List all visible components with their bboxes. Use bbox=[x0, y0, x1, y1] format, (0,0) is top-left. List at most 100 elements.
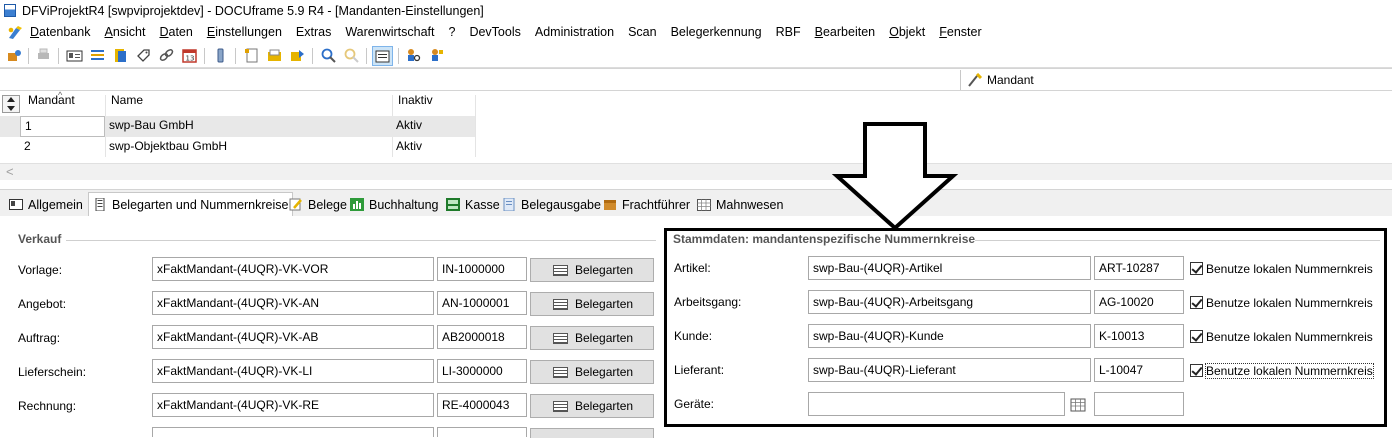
connect-icon[interactable] bbox=[6, 47, 23, 64]
belegart-input[interactable]: xFaktMandant-(4UQR)-VK-VOR bbox=[152, 257, 434, 281]
belegarten-button[interactable]: Belegarten bbox=[530, 326, 654, 350]
table-cell-inaktiv[interactable]: Aktiv bbox=[392, 116, 475, 137]
menu-item[interactable]: Administration bbox=[535, 25, 614, 39]
link-icon[interactable] bbox=[158, 47, 175, 64]
user-search-icon[interactable] bbox=[405, 47, 422, 64]
tab-belege[interactable]: Belege bbox=[285, 194, 351, 217]
list-icon bbox=[553, 367, 568, 378]
highlight-box bbox=[664, 228, 1387, 427]
tab-label: Mahnwesen bbox=[716, 198, 784, 212]
title-bar: DFViProjektR4 [swpviprojektdev] - DOCUfr… bbox=[0, 0, 1392, 22]
tab-allgemein[interactable]: Allgemein bbox=[5, 194, 87, 217]
tab-belegausgabe[interactable]: Belegausgabe bbox=[498, 194, 605, 217]
app-menu-icon[interactable] bbox=[7, 25, 23, 40]
menu-item[interactable]: Einstellungen bbox=[207, 25, 282, 39]
wizard-icon bbox=[968, 73, 983, 87]
down-arrow-annotation bbox=[831, 122, 959, 231]
number-input[interactable]: AN-1000001 bbox=[437, 291, 527, 315]
belegart-input[interactable]: xFaktMandant-(4UQR)-VK-AB bbox=[152, 325, 434, 349]
new-document-icon[interactable] bbox=[243, 47, 260, 64]
menu-item[interactable]: Extras bbox=[296, 25, 331, 39]
button-label: Belegarten bbox=[575, 331, 634, 345]
table-cell-inaktiv[interactable]: Aktiv bbox=[392, 137, 475, 158]
number-input[interactable]: RE-4000043 bbox=[437, 393, 527, 417]
list-icon bbox=[553, 265, 568, 276]
menu-item[interactable]: Warenwirtschaft bbox=[345, 25, 434, 39]
tag-icon[interactable] bbox=[135, 47, 152, 64]
list-icon bbox=[553, 401, 568, 412]
tab-label: Kasse bbox=[465, 198, 500, 212]
section-title-verkauf: Verkauf bbox=[18, 232, 62, 246]
menu-item[interactable]: Fenster bbox=[939, 25, 981, 39]
document-lines-icon bbox=[95, 198, 105, 211]
column-header-mandant[interactable]: Mandant bbox=[28, 93, 75, 115]
package-icon bbox=[604, 200, 616, 210]
sort-toggle-button[interactable] bbox=[2, 95, 20, 113]
belegarten-button[interactable]: Belegarten bbox=[530, 394, 654, 418]
tab-belegarten-nummernkreise[interactable]: Belegarten und Nummernkreise bbox=[88, 192, 294, 218]
menu-item[interactable]: Datenbank bbox=[30, 25, 90, 39]
card-icon bbox=[9, 199, 23, 210]
number-input[interactable]: AB2000018 bbox=[437, 325, 527, 349]
column-header-name[interactable]: Name bbox=[111, 93, 143, 115]
calendar-icon[interactable]: 13 bbox=[181, 47, 198, 64]
tab-label: Belegausgabe bbox=[521, 198, 601, 212]
search-icon[interactable] bbox=[320, 47, 337, 64]
menu-item[interactable]: RBF bbox=[776, 25, 801, 39]
menu-item[interactable]: ? bbox=[449, 25, 456, 39]
belegart-input[interactable] bbox=[152, 427, 434, 437]
window-title: DFViProjektR4 [swpviprojektdev] - DOCUfr… bbox=[22, 4, 484, 18]
address-card-icon[interactable] bbox=[66, 47, 83, 64]
menu-item[interactable]: DevTools bbox=[469, 25, 520, 39]
mandant-label: Mandant bbox=[987, 73, 1034, 87]
table-cell-mandant[interactable]: 1 bbox=[20, 116, 105, 137]
tab-mahnwesen[interactable]: Mahnwesen bbox=[693, 194, 787, 217]
table-cell-name[interactable]: swp-Objektbau GmbH bbox=[105, 137, 392, 158]
tab-frachtfuehrer[interactable]: Frachtführer bbox=[599, 194, 694, 217]
belegart-input[interactable]: xFaktMandant-(4UQR)-VK-RE bbox=[152, 393, 434, 417]
belegart-input[interactable]: xFaktMandant-(4UQR)-VK-AN bbox=[152, 291, 434, 315]
table-cell-name[interactable]: swp-Bau GmbH bbox=[105, 116, 392, 137]
menu-item[interactable]: Scan bbox=[628, 25, 657, 39]
search-disabled-icon[interactable] bbox=[343, 47, 360, 64]
belegart-input[interactable]: xFaktMandant-(4UQR)-VK-LI bbox=[152, 359, 434, 383]
export-icon[interactable] bbox=[289, 47, 306, 64]
menu-item[interactable]: Ansicht bbox=[104, 25, 145, 39]
horizontal-scrollbar[interactable]: < bbox=[0, 163, 1392, 180]
list-icon[interactable] bbox=[89, 47, 106, 64]
folder-open-icon[interactable] bbox=[112, 47, 129, 64]
column-header-inaktiv[interactable]: Inaktiv bbox=[398, 93, 433, 115]
list-icon bbox=[553, 299, 568, 310]
app-icon bbox=[4, 4, 16, 17]
tab-kasse[interactable]: Kasse bbox=[442, 194, 504, 217]
scroll-left-icon[interactable]: < bbox=[6, 164, 14, 179]
tab-content: Verkauf Vorlage: xFaktMandant-(4UQR)-VK-… bbox=[0, 122, 1392, 438]
form-view-icon[interactable] bbox=[372, 46, 393, 66]
menu-item[interactable]: Objekt bbox=[889, 25, 925, 39]
row-selector[interactable] bbox=[0, 116, 20, 137]
number-input[interactable] bbox=[437, 427, 527, 437]
belegarten-button[interactable] bbox=[530, 428, 654, 438]
toolbar: 13 bbox=[0, 44, 1392, 68]
belegarten-button[interactable]: Belegarten bbox=[530, 258, 654, 282]
number-input[interactable]: IN-1000000 bbox=[437, 257, 527, 281]
print-icon[interactable] bbox=[35, 47, 52, 64]
mail-folder-icon[interactable] bbox=[266, 47, 283, 64]
menu-item[interactable]: Belegerkennung bbox=[671, 25, 762, 39]
belegarten-button[interactable]: Belegarten bbox=[530, 360, 654, 384]
tab-bar: Allgemein Belegarten und Nummernkreise B… bbox=[0, 189, 1392, 218]
number-input[interactable]: LI-3000000 bbox=[437, 359, 527, 383]
menu-item[interactable]: Bearbeiten bbox=[815, 25, 875, 39]
tab-buchhaltung[interactable]: Buchhaltung bbox=[346, 194, 443, 217]
mandant-panel[interactable]: Mandant bbox=[960, 70, 1392, 90]
user-settings-icon[interactable] bbox=[428, 47, 445, 64]
button-label: Belegarten bbox=[575, 263, 634, 277]
menu-bar: Datenbank Ansicht Daten Einstellungen Extras… bbox=[0, 22, 1392, 44]
menu-item[interactable]: Daten bbox=[159, 25, 192, 39]
table-cell-mandant[interactable]: 2 bbox=[20, 137, 105, 158]
button-label: Belegarten bbox=[575, 399, 634, 413]
calendar-grid-icon bbox=[697, 199, 711, 211]
phone-icon[interactable] bbox=[212, 47, 229, 64]
belegarten-button[interactable]: Belegarten bbox=[530, 292, 654, 316]
cash-register-icon bbox=[446, 198, 460, 211]
